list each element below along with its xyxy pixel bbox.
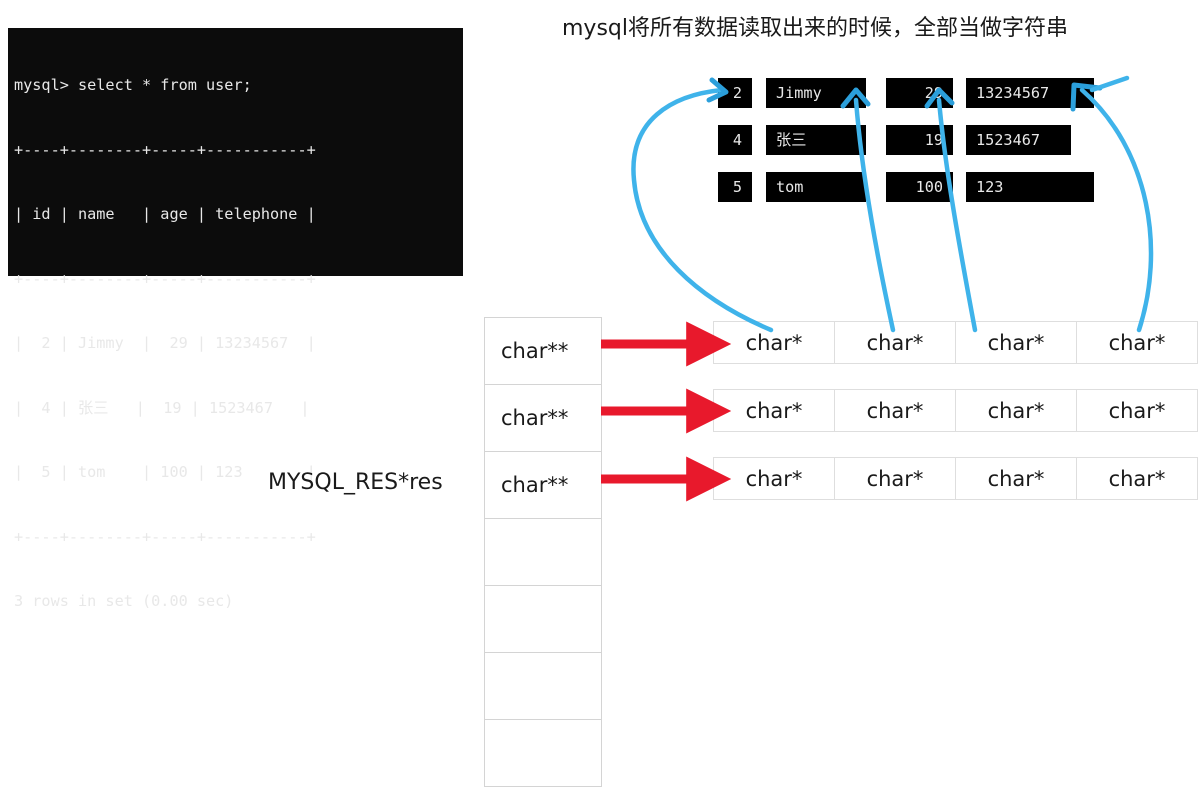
char-pointer-cell: char* (1077, 322, 1198, 363)
terminal-line: | 2 | Jimmy | 29 | 13234567 | (14, 334, 316, 352)
data-cell-age: 29 (886, 78, 953, 108)
page-title: mysql将所有数据读取出来的时候，全部当做字符串 (562, 16, 1068, 41)
blue-curve-arrow-icon (1079, 87, 1154, 333)
char-pointer-cell: char* (1077, 458, 1198, 499)
blue-arrowhead-tail-icon (1089, 75, 1130, 93)
data-cell-telephone: 1523467 (966, 125, 1071, 155)
char-double-pointer-cell (485, 519, 601, 586)
terminal-line: 3 rows in set (0.00 sec) (14, 592, 234, 610)
data-cell-id: 2 (718, 78, 752, 108)
char-pointer-cell: char* (714, 322, 835, 363)
char-pointer-row: char* char* char* char* (713, 321, 1198, 364)
char-pointer-cell: char* (835, 458, 956, 499)
mysql-terminal-output: mysql> select * from user; +----+-------… (8, 28, 463, 610)
data-cell-id: 5 (718, 172, 752, 202)
char-double-pointer-cell: char** (485, 318, 601, 385)
data-cell-id: 4 (718, 125, 752, 155)
terminal-line: +----+--------+-----+-----------+ (14, 527, 316, 546)
terminal-line: mysql> select * from user; (14, 76, 252, 94)
char-double-pointer-cell: char** (485, 385, 601, 452)
char-pointer-cell: char* (835, 390, 956, 431)
char-pointer-cell: char* (835, 322, 956, 363)
char-double-pointer-cell: char** (485, 452, 601, 519)
data-cell-age: 100 (886, 172, 953, 202)
mysql-res-label: MYSQL_RES*res (268, 470, 443, 495)
char-double-pointer-cell (485, 720, 601, 787)
char-pointer-cell: char* (714, 458, 835, 499)
terminal-line: +----+--------+-----+-----------+ (14, 269, 316, 288)
char-pointer-row: char* char* char* char* (713, 389, 1198, 432)
char-pointer-cell: char* (956, 458, 1077, 499)
terminal-line: +----+--------+-----+-----------+ (14, 140, 316, 159)
terminal-line: | id | name | age | telephone | (14, 205, 316, 223)
char-pointer-row: char* char* char* char* (713, 457, 1198, 500)
char-pointer-cell: char* (956, 390, 1077, 431)
data-cell-telephone: 123 (966, 172, 1094, 202)
char-double-pointer-column: char** char** char** (484, 317, 602, 787)
data-cell-telephone: 13234567 (966, 78, 1094, 108)
data-cell-name: Jimmy (766, 78, 866, 108)
char-pointer-cell: char* (1077, 390, 1198, 431)
char-double-pointer-cell (485, 586, 601, 653)
terminal-line: | 4 | 张三 | 19 | 1523467 | (14, 398, 310, 417)
char-double-pointer-cell (485, 653, 601, 720)
char-pointer-cell: char* (956, 322, 1077, 363)
data-cell-name: 张三 (766, 125, 866, 155)
data-cell-name: tom (766, 172, 866, 202)
char-pointer-cell: char* (714, 390, 835, 431)
data-cell-age: 19 (886, 125, 953, 155)
